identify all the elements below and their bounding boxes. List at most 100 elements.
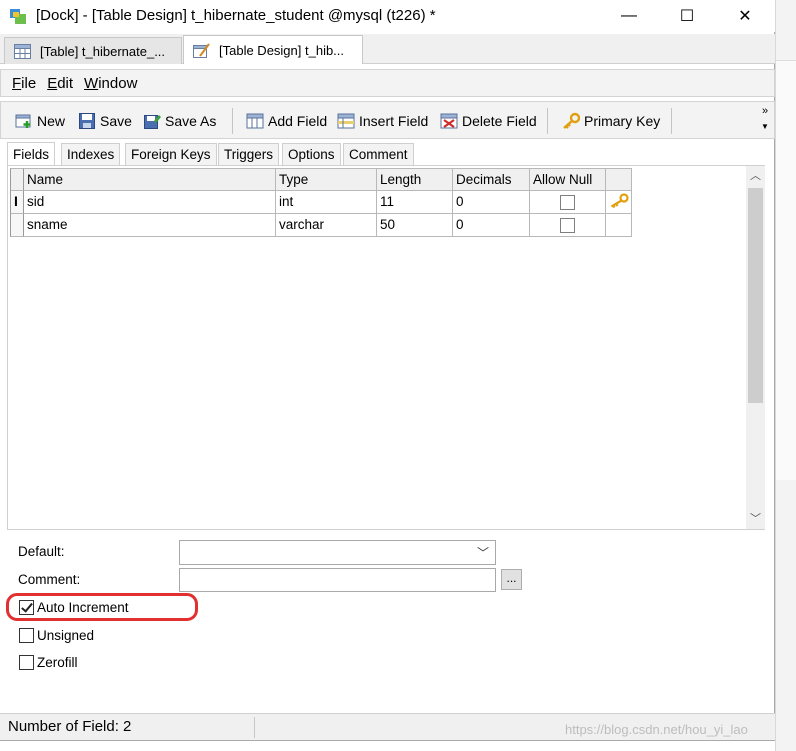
- column-header-name[interactable]: Name: [24, 168, 276, 191]
- text-cursor-icon: I: [14, 193, 18, 209]
- menu-edit-accel: E: [47, 74, 58, 92]
- menu-edit-label: dit: [57, 74, 74, 92]
- maximize-button[interactable]: ☐: [664, 0, 710, 32]
- insert-field-button[interactable]: Insert Field: [337, 110, 428, 132]
- menu-window[interactable]: Window: [84, 75, 137, 92]
- tab-triggers[interactable]: Triggers: [218, 143, 280, 165]
- toolbar-separator: [671, 108, 672, 134]
- cell-decimals[interactable]: 0: [453, 191, 530, 214]
- doc-tab-table[interactable]: [Table] t_hibernate_...: [4, 37, 182, 64]
- scroll-up-icon[interactable]: ︿: [746, 166, 765, 186]
- chevron-down-icon[interactable]: ﹀: [477, 544, 489, 561]
- close-button[interactable]: ✕: [722, 0, 768, 32]
- column-header-allow-null[interactable]: Allow Null: [530, 168, 606, 191]
- new-label: New: [37, 113, 66, 129]
- menu-window-label: indow: [98, 74, 138, 92]
- cell-type[interactable]: int: [276, 191, 377, 214]
- row-indicator: I: [10, 191, 24, 214]
- zerofill-option[interactable]: Zerofill: [19, 653, 78, 671]
- default-label: Default:: [18, 544, 65, 559]
- cell-length[interactable]: 50: [377, 214, 453, 237]
- status-separator: [254, 717, 255, 738]
- cell-allow-null[interactable]: [530, 191, 606, 214]
- unsigned-checkbox[interactable]: [19, 627, 34, 643]
- delete-field-icon: [440, 113, 458, 129]
- grid-vertical-scrollbar[interactable]: ︿ ﹀: [746, 166, 765, 529]
- cell-decimals[interactable]: 0: [453, 214, 530, 237]
- toolbar-separator: [547, 108, 548, 134]
- comment-ellipsis-button[interactable]: ...: [501, 569, 522, 590]
- doc-tab-table-design-label: [Table Design] t_hib...: [219, 42, 345, 58]
- column-header-length[interactable]: Length: [377, 168, 453, 191]
- cell-key[interactable]: [606, 214, 632, 237]
- menu-file-accel: F: [12, 74, 22, 92]
- column-header-type[interactable]: Type: [276, 168, 377, 191]
- tab-foreign-keys[interactable]: Foreign Keys: [125, 143, 217, 165]
- doc-tab-table-label: [Table] t_hibernate_...: [40, 43, 166, 59]
- cell-name[interactable]: sname: [24, 214, 276, 237]
- save-button[interactable]: Save: [78, 110, 132, 132]
- new-icon: [15, 114, 31, 128]
- navicat-window: [Dock] - [Table Design] t_hibernate_stud…: [0, 0, 775, 741]
- menu-bar: File Edit Window: [0, 69, 775, 97]
- insert-field-label: Insert Field: [359, 113, 429, 129]
- unsigned-label: Unsigned: [37, 627, 95, 643]
- doc-tab-table-design[interactable]: [Table Design] t_hib...: [183, 35, 363, 64]
- menu-file-label: ile: [21, 74, 37, 92]
- toolbar: New Save Save As Add Field Insert Field …: [0, 101, 775, 139]
- primary-key-label: Primary Key: [584, 113, 661, 129]
- background-pane: [776, 60, 796, 480]
- tab-indexes[interactable]: Indexes: [61, 143, 121, 165]
- cell-length[interactable]: 11: [377, 191, 453, 214]
- add-field-icon: [246, 113, 264, 129]
- document-tab-strip: [Table] t_hibernate_... [Table Design] t…: [0, 34, 775, 64]
- table-icon: [14, 43, 31, 59]
- watermark: https://blog.csdn.net/hou_yi_lao: [565, 722, 748, 737]
- add-field-label: Add Field: [268, 113, 328, 129]
- save-as-label: Save As: [165, 113, 217, 129]
- toolbar-overflow-button[interactable]: » ▼: [758, 105, 772, 133]
- primary-key-button[interactable]: Primary Key: [562, 110, 660, 132]
- tab-comment[interactable]: Comment: [343, 143, 414, 165]
- row-indicator: [10, 214, 24, 237]
- toolbar-separator: [232, 108, 233, 134]
- zerofill-checkbox[interactable]: [19, 654, 34, 670]
- default-combo[interactable]: ﹀: [179, 540, 496, 565]
- save-icon: [79, 113, 95, 129]
- column-header-key[interactable]: [606, 168, 632, 191]
- field-count-status: Number of Field: 2: [8, 718, 132, 735]
- tab-options[interactable]: Options: [282, 143, 341, 165]
- table-design-icon: [193, 42, 210, 58]
- scroll-thumb[interactable]: [748, 188, 763, 403]
- menu-file[interactable]: File: [12, 75, 36, 92]
- allow-null-checkbox[interactable]: [560, 217, 575, 233]
- delete-field-label: Delete Field: [462, 113, 537, 129]
- cell-allow-null[interactable]: [530, 214, 606, 237]
- save-label: Save: [100, 113, 132, 129]
- overflow-chevron: »: [761, 105, 769, 117]
- window-title: [Dock] - [Table Design] t_hibernate_stud…: [36, 7, 436, 24]
- delete-field-button[interactable]: Delete Field: [440, 110, 537, 132]
- cell-type[interactable]: varchar: [276, 214, 377, 237]
- unsigned-option[interactable]: Unsigned: [19, 626, 94, 644]
- cell-key[interactable]: [606, 191, 632, 214]
- overflow-dropdown-icon: ▼: [761, 122, 769, 131]
- menu-edit[interactable]: Edit: [47, 75, 73, 92]
- save-as-icon: [144, 115, 161, 129]
- header-indicator: [10, 168, 24, 191]
- zerofill-label: Zerofill: [37, 654, 78, 670]
- comment-label: Comment:: [18, 572, 81, 587]
- scroll-down-icon[interactable]: ﹀: [746, 509, 765, 529]
- add-field-button[interactable]: Add Field: [246, 110, 327, 132]
- fields-grid-area: Name Type Length Decimals Allow Null I s…: [7, 165, 765, 530]
- new-button[interactable]: New: [15, 110, 65, 132]
- save-as-button[interactable]: Save As: [143, 110, 216, 132]
- allow-null-checkbox[interactable]: [560, 194, 575, 210]
- column-header-decimals[interactable]: Decimals: [453, 168, 530, 191]
- app-icon: [10, 9, 26, 24]
- cell-name[interactable]: sid: [24, 191, 276, 214]
- highlight-annotation: [6, 593, 198, 621]
- comment-field[interactable]: [179, 568, 496, 592]
- minimize-button[interactable]: —: [606, 0, 652, 32]
- tab-fields[interactable]: Fields: [7, 142, 56, 165]
